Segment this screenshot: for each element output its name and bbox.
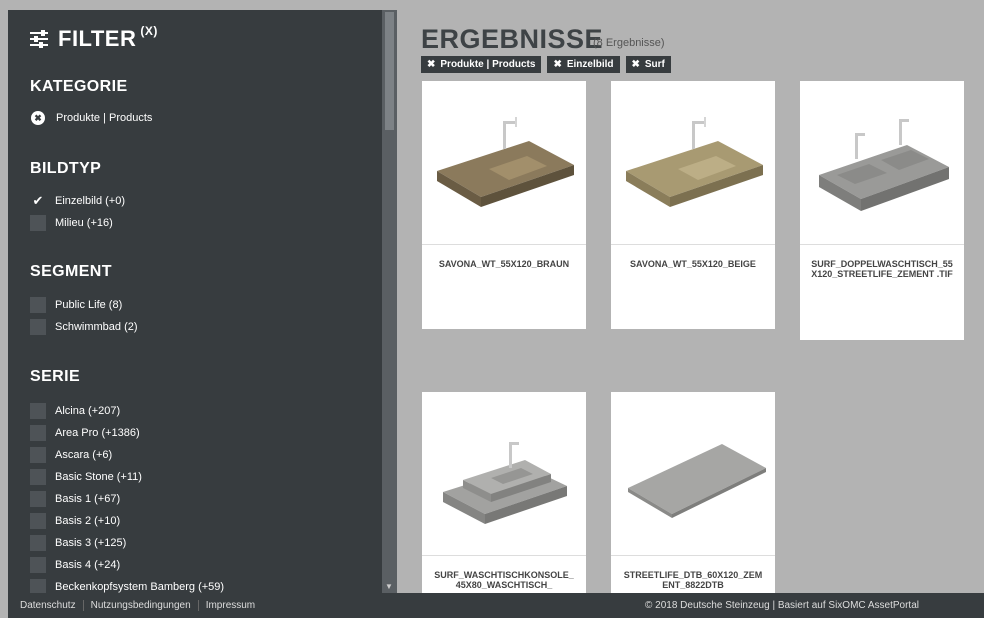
filter-option-serie[interactable]: Basic Stone (+11) [30,469,142,485]
nutzungsbedingungen-link[interactable]: Nutzungsbedingungen [84,600,199,611]
filter-option-einzelbild[interactable]: ✔ Einzelbild (+0) [30,193,125,209]
filter-heading: FILTER (X) [30,24,158,52]
results-count: (8 Ergebnisse) [593,37,665,49]
checkbox[interactable] [30,535,46,551]
checkbox[interactable] [30,469,46,485]
checkbox[interactable] [30,491,46,507]
checkbox[interactable] [30,403,46,419]
product-image[interactable] [422,81,586,245]
product-image[interactable] [800,81,964,245]
filter-option-serie[interactable]: Ascara (+6) [30,447,112,463]
scroll-down-icon[interactable]: ▼ [385,582,393,591]
filter-option-milieu[interactable]: Milieu (+16) [30,215,113,231]
footer-links: Datenschutz Nutzungsbedingungen Impressu… [20,600,262,611]
product-image[interactable] [422,392,586,556]
close-icon[interactable]: ✖ [632,59,640,70]
filter-option-serie[interactable]: Basis 2 (+10) [30,513,120,529]
kategorie-heading: KATEGORIE [30,78,128,95]
result-card[interactable]: SURF_WASCHTISCHKONSOLE_45X80_WASCHTISCH_ [422,392,586,593]
checkbox[interactable] [30,579,46,593]
result-card[interactable]: STREETLIFE_DTB_60X120_ZEMENT_8822DTB [611,392,775,593]
checkmark-icon[interactable]: ✔ [30,193,46,209]
remove-icon[interactable]: ✖ [31,111,45,125]
card-caption: SAVONA_WT_55X120_BRAUN [438,259,570,269]
filter-option-schwimmbad[interactable]: Schwimmbad (2) [30,319,138,335]
filter-option-serie[interactable]: Basis 1 (+67) [30,491,120,507]
scrollbar-thumb[interactable] [385,12,394,130]
checkbox[interactable] [30,447,46,463]
filter-chip[interactable]: ✖ Surf [625,56,671,73]
clear-filters-button[interactable]: (X) [140,24,158,38]
close-icon[interactable]: ✖ [553,59,561,70]
checkbox[interactable] [30,425,46,441]
result-card[interactable]: SURF_DOPPELWASCHTISCH_55X120_STREETLIFE_… [800,81,964,340]
close-icon[interactable]: ✖ [427,59,435,70]
result-card[interactable]: SAVONA_WT_55X120_BRAUN [422,81,586,329]
serie-heading: SERIE [30,368,81,385]
product-image[interactable] [611,81,775,245]
checkbox[interactable] [30,319,46,335]
results-panel: ERGEBNISSE (8 Ergebnisse) ✖ Produkte | Pr… [397,10,984,593]
footer: Datenschutz Nutzungsbedingungen Impressu… [8,593,984,618]
active-filter-chips: ✖ Produkte | Products ✖ Einzelbild ✖ Surf [421,56,671,73]
filter-option-produkte[interactable]: ✖ Produkte | Products [30,111,152,125]
checkbox[interactable] [30,513,46,529]
filter-title: FILTER [58,26,137,51]
checkbox[interactable] [30,557,46,573]
bildtyp-heading: BILDTYP [30,160,102,177]
card-caption: SURF_DOPPELWASCHTISCH_55X120_STREETLIFE_… [811,259,953,280]
filter-sidebar: FILTER (X) KATEGORIE ✖ Produkte | Produc… [8,10,397,593]
product-image[interactable] [611,392,775,556]
impressum-link[interactable]: Impressum [199,600,262,611]
filter-option-serie[interactable]: Basis 4 (+24) [30,557,120,573]
results-title: ERGEBNISSE [421,24,604,54]
card-caption: SURF_WASCHTISCHKONSOLE_45X80_WASCHTISCH_ [434,570,574,591]
filter-option-serie[interactable]: Area Pro (+1386) [30,425,140,441]
filter-option-serie[interactable]: Basis 3 (+125) [30,535,126,551]
checkbox[interactable] [30,215,46,231]
filter-chip[interactable]: ✖ Einzelbild [547,56,620,73]
filter-option-public-life[interactable]: Public Life (8) [30,297,122,313]
datenschutz-link[interactable]: Datenschutz [20,600,84,611]
sliders-icon [30,30,50,48]
copyright-text: © 2018 Deutsche Steinzeug | Basiert auf … [645,600,919,611]
filter-option-serie[interactable]: Beckenkopfsystem Bamberg (+59) [30,579,224,593]
sidebar-scrollbar[interactable]: ▼ [382,10,397,593]
card-caption: SAVONA_WT_55X120_BEIGE [630,259,756,269]
filter-option-serie[interactable]: Alcina (+207) [30,403,120,419]
checkbox[interactable] [30,297,46,313]
result-card[interactable]: SAVONA_WT_55X120_BEIGE [611,81,775,329]
card-caption: STREETLIFE_DTB_60X120_ZEMENT_8822DTB [623,570,763,591]
filter-chip[interactable]: ✖ Produkte | Products [421,56,542,73]
segment-heading: SEGMENT [30,263,112,280]
